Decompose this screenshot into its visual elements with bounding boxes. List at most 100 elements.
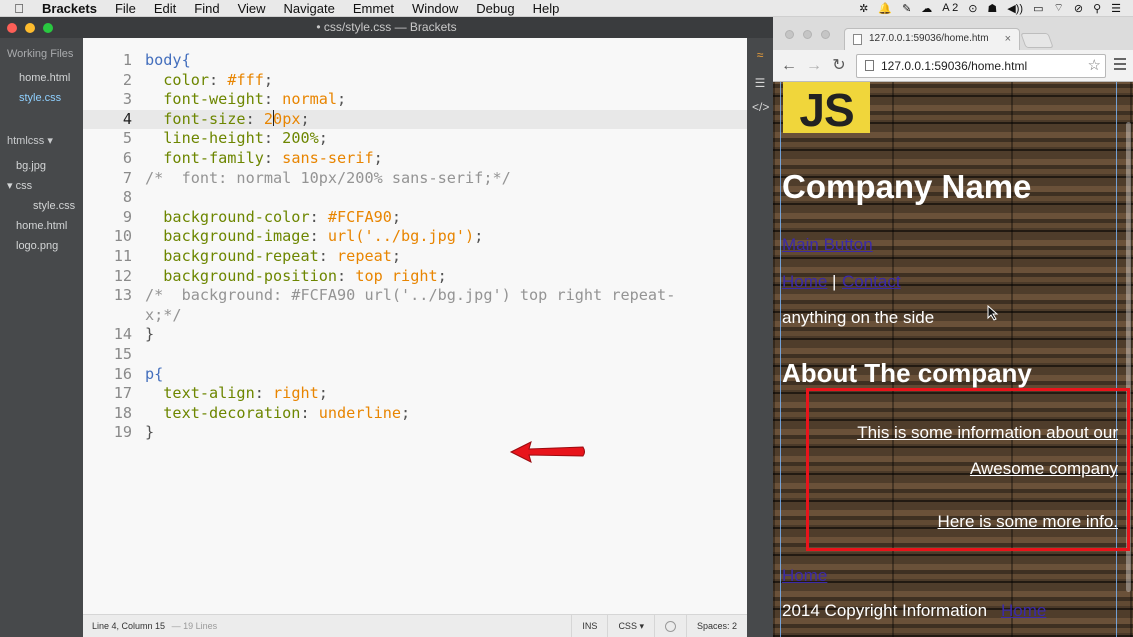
menu-navigate[interactable]: Navigate <box>275 0 344 17</box>
line-number[interactable]: 12 <box>83 267 132 287</box>
code-editor[interactable]: 19} 18 text-decoration: underline; 17 text… <box>83 38 747 614</box>
extension-manager-icon[interactable]: ☰ <box>752 76 768 90</box>
live-preview-icon[interactable]: ≈ <box>752 48 768 62</box>
indent-spaces-control[interactable]: Spaces: 2 <box>685 615 747 637</box>
menu-file[interactable]: File <box>106 0 145 17</box>
tray-icon-7[interactable]: ◀)) <box>1007 2 1023 15</box>
new-tab-button[interactable] <box>1020 33 1054 48</box>
nav-home-link[interactable]: Home <box>782 272 827 292</box>
chrome-zoom-button[interactable] <box>821 30 830 39</box>
line-number[interactable]: 18 <box>83 404 132 424</box>
footer-home-link[interactable]: Home <box>782 566 827 586</box>
working-file-style[interactable]: style.css <box>0 88 83 108</box>
line-number[interactable]: 9 <box>83 208 132 228</box>
code-line[interactable]: 12 background-position: top right; <box>83 267 747 287</box>
project-dropdown[interactable]: htmlcss ▾ <box>0 126 83 156</box>
tree-item[interactable]: home.html <box>0 216 83 236</box>
code-line[interactable]: 11 background-repeat: repeat; <box>83 247 747 267</box>
line-number[interactable]: 19 <box>83 423 132 443</box>
menu-debug[interactable]: Debug <box>467 0 523 17</box>
code-line[interactable]: 5 line-height: 200%; <box>83 129 747 149</box>
nav-contact-link[interactable]: Contact <box>842 272 901 292</box>
address-bar[interactable]: 127.0.0.1:59036/home.html ☆ <box>856 54 1106 78</box>
menu-help[interactable]: Help <box>524 0 569 17</box>
menu-window[interactable]: Window <box>403 0 467 17</box>
close-window-button[interactable] <box>7 23 17 33</box>
line-number[interactable]: 13 <box>83 286 132 306</box>
forward-arrow-icon[interactable]: → <box>804 56 824 76</box>
tray-icon-6[interactable]: ☗ <box>987 2 997 15</box>
line-number[interactable]: 14 <box>83 325 132 345</box>
menu-brackets[interactable]: Brackets <box>38 0 106 17</box>
line-number[interactable]: 5 <box>83 129 132 149</box>
tray-icon-12[interactable]: ☰ <box>1111 2 1121 15</box>
back-arrow-icon[interactable]: ← <box>779 56 799 76</box>
code-text: color: #fff; <box>145 71 273 91</box>
close-tab-icon[interactable]: × <box>1005 29 1011 49</box>
code-line[interactable]: x;*/ <box>83 306 747 326</box>
copyright-home-link[interactable]: Home <box>1001 601 1046 621</box>
tray-icon-8[interactable]: ▭ <box>1033 2 1043 15</box>
code-line[interactable]: 8 <box>83 188 747 208</box>
line-number[interactable]: 1 <box>83 51 132 71</box>
code-line[interactable]: 7 /* font: normal 10px/200% sans-serif;*/ <box>83 169 747 189</box>
line-number[interactable]: 10 <box>83 227 132 247</box>
insert-mode-toggle[interactable]: INS <box>571 615 607 637</box>
main-button-link[interactable]: Main Button <box>782 235 873 255</box>
tray-icon-10[interactable]: ⊘ <box>1074 2 1083 15</box>
line-number[interactable]: 17 <box>83 384 132 404</box>
tray-icon-1[interactable]: 🔔 <box>878 2 892 15</box>
code-line[interactable]: 15 <box>83 345 747 365</box>
code-line[interactable]: 14} <box>83 325 747 345</box>
chrome-minimize-button[interactable] <box>803 30 812 39</box>
code-line[interactable]: 18 text-decoration: underline; <box>83 404 747 424</box>
code-line[interactable]: 9 background-color: #FCFA90; <box>83 208 747 228</box>
zoom-window-button[interactable] <box>43 23 53 33</box>
browser-tab[interactable]: 127.0.0.1:59036/home.htm × <box>844 28 1020 50</box>
bookmark-star-icon[interactable]: ☆ <box>1088 55 1101 77</box>
tray-icon-9[interactable]: ⌔ <box>1054 1 1064 15</box>
line-number[interactable]: 6 <box>83 149 132 169</box>
line-number[interactable]: 11 <box>83 247 132 267</box>
tree-item[interactable]: ▾ css <box>0 176 83 196</box>
tray-icon-2[interactable]: ✎ <box>902 2 911 15</box>
language-mode-dropdown[interactable]: CSS ▾ <box>607 615 654 637</box>
menu-edit[interactable]: Edit <box>145 0 185 17</box>
code-tags-icon[interactable]: </> <box>752 100 769 114</box>
tray-icon-4[interactable]: A 2 <box>942 2 958 14</box>
chrome-close-button[interactable] <box>785 30 794 39</box>
code-line[interactable]: 19} <box>83 423 747 443</box>
menu-view[interactable]: View <box>229 0 275 17</box>
tray-icon-3[interactable]: ☁ <box>921 2 932 15</box>
code-line[interactable]: 6 font-family: sans-serif; <box>83 149 747 169</box>
menu-find[interactable]: Find <box>185 0 228 17</box>
tree-item[interactable]: logo.png <box>0 236 83 256</box>
reload-icon[interactable]: ↻ <box>829 56 849 76</box>
tray-icon-5[interactable]: ⊙ <box>968 2 977 15</box>
code-line[interactable]: 4 font-size: 20px; <box>83 109 747 130</box>
line-number[interactable]: 8 <box>83 188 132 208</box>
apple-icon[interactable]:  <box>0 1 38 16</box>
menu-emmet[interactable]: Emmet <box>344 0 403 17</box>
code-line[interactable]: 16 p{ <box>83 365 747 385</box>
line-number[interactable]: 15 <box>83 345 132 365</box>
code-line[interactable]: 10 background-image: url('../bg.jpg'); <box>83 227 747 247</box>
line-number[interactable]: 7 <box>83 169 132 189</box>
working-file-home[interactable]: home.html <box>0 68 83 88</box>
linter-status[interactable] <box>653 615 686 637</box>
code-line[interactable]: 3 font-weight: normal; <box>83 90 747 110</box>
tree-item[interactable]: bg.jpg <box>0 156 83 176</box>
line-number[interactable]: 3 <box>83 90 132 110</box>
chrome-menu-icon[interactable] <box>1114 58 1126 73</box>
tree-item[interactable]: style.css <box>0 196 83 216</box>
tray-icon-11[interactable]: ⚲ <box>1093 2 1101 15</box>
code-line[interactable]: 2 color: #fff; <box>83 71 747 91</box>
line-number[interactable]: 2 <box>83 71 132 91</box>
minimize-window-button[interactable] <box>25 23 35 33</box>
code-line[interactable]: 1 body{ <box>83 51 747 71</box>
code-line[interactable]: 13 /* background: #FCFA90 url('../bg.jpg'… <box>83 286 747 306</box>
line-number[interactable]: 16 <box>83 365 132 385</box>
code-line[interactable]: 17 text-align: right; <box>83 384 747 404</box>
tray-icon-0[interactable]: ✲ <box>859 2 868 15</box>
line-number[interactable]: 4 <box>83 110 132 130</box>
